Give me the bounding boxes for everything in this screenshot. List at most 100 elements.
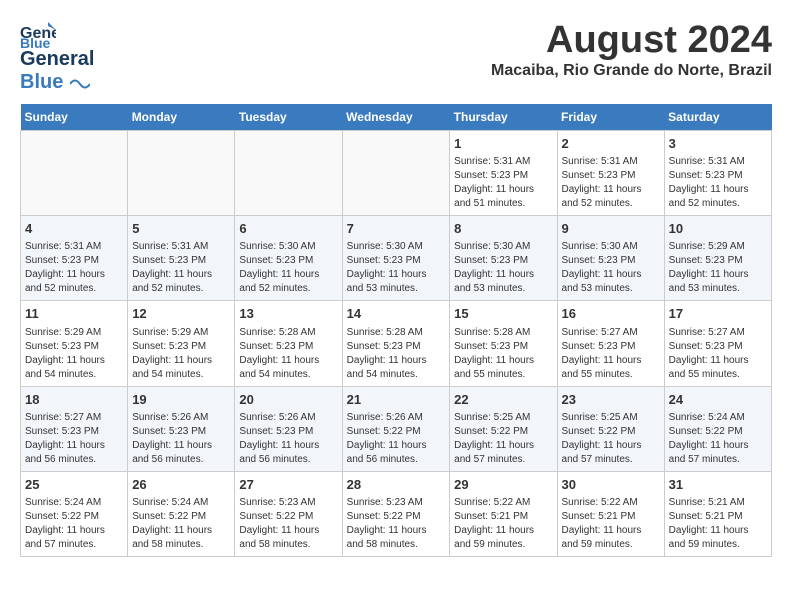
calendar-cell: 21 Sunrise: 5:26 AM Sunset: 5:22 PM Dayli… [342, 386, 450, 471]
day-number: 1 [454, 135, 552, 153]
day-info: Sunrise: 5:29 AM Sunset: 5:23 PM Dayligh… [669, 240, 767, 296]
calendar-cell: 6Sunrise: 5:30 AM Sunset: 5:23 PM Daylig… [235, 216, 342, 301]
calendar-cell: 29 Sunrise: 5:22 AM Sunset: 5:21 PM Dayli… [450, 471, 557, 556]
logo-general: General [20, 48, 94, 71]
calendar-cell: 24Sunrise: 5:24 AM Sunset: 5:22 PM Dayli… [664, 386, 771, 471]
day-info: Sunrise: 5:29 AM Sunset: 5:23 PM Dayligh… [132, 326, 230, 382]
day-info: Sunrise: 5:31 AM Sunset: 5:23 PM Dayligh… [454, 155, 552, 211]
day-info: Sunrise: 5:31 AM Sunset: 5:23 PM Dayligh… [132, 240, 230, 296]
title-section: August 2024 Macaiba, Rio Grande do Norte… [491, 20, 772, 80]
day-info: Sunrise: 5:26 AM Sunset: 5:22 PM Dayligh… [347, 411, 446, 467]
location-title: Macaiba, Rio Grande do Norte, Brazil [491, 62, 772, 80]
calendar-cell: 4Sunrise: 5:31 AM Sunset: 5:23 PM Daylig… [21, 216, 128, 301]
day-info: Sunrise: 5:30 AM Sunset: 5:23 PM Dayligh… [239, 240, 337, 296]
day-info: Sunrise: 5:30 AM Sunset: 5:23 PM Dayligh… [454, 240, 552, 296]
calendar-cell: 18Sunrise: 5:27 AM Sunset: 5:23 PM Dayli… [21, 386, 128, 471]
day-number: 16 [562, 305, 660, 323]
calendar-cell: 3Sunrise: 5:31 AM Sunset: 5:23 PM Daylig… [664, 131, 771, 216]
day-info: Sunrise: 5:26 AM Sunset: 5:23 PM Dayligh… [239, 411, 337, 467]
day-number: 19 [132, 391, 230, 409]
day-number: 25 [25, 476, 123, 494]
calendar-cell: 9 Sunrise: 5:30 AM Sunset: 5:23 PM Daylig… [557, 216, 664, 301]
day-number: 13 [239, 305, 337, 323]
day-number: 24 [669, 391, 767, 409]
calendar-cell: 22 Sunrise: 5:25 AM Sunset: 5:22 PM Dayli… [450, 386, 557, 471]
day-info: Sunrise: 5:21 AM Sunset: 5:21 PM Dayligh… [669, 496, 767, 552]
week-row-1: 1 Sunrise: 5:31 AM Sunset: 5:23 PM Daylig… [21, 131, 772, 216]
day-number: 11 [25, 305, 123, 323]
day-number: 28 [347, 476, 446, 494]
calendar-cell: 12 Sunrise: 5:29 AM Sunset: 5:23 PM Dayli… [128, 301, 235, 386]
day-info: Sunrise: 5:23 AM Sunset: 5:22 PM Dayligh… [347, 496, 446, 552]
day-number: 4 [25, 220, 123, 238]
header-cell-monday: Monday [128, 104, 235, 131]
calendar-cell: 23Sunrise: 5:25 AM Sunset: 5:22 PM Dayli… [557, 386, 664, 471]
header-cell-tuesday: Tuesday [235, 104, 342, 131]
day-number: 31 [669, 476, 767, 494]
day-number: 14 [347, 305, 446, 323]
calendar-cell [235, 131, 342, 216]
day-info: Sunrise: 5:22 AM Sunset: 5:21 PM Dayligh… [562, 496, 660, 552]
calendar-cell: 11 Sunrise: 5:29 AM Sunset: 5:23 PM Dayli… [21, 301, 128, 386]
day-info: Sunrise: 5:22 AM Sunset: 5:21 PM Dayligh… [454, 496, 552, 552]
calendar-cell [21, 131, 128, 216]
month-year-title: August 2024 [491, 20, 772, 62]
calendar-cell: 19 Sunrise: 5:26 AM Sunset: 5:23 PM Dayli… [128, 386, 235, 471]
day-number: 21 [347, 391, 446, 409]
day-number: 12 [132, 305, 230, 323]
header-cell-saturday: Saturday [664, 104, 771, 131]
day-info: Sunrise: 5:27 AM Sunset: 5:23 PM Dayligh… [669, 326, 767, 382]
day-number: 22 [454, 391, 552, 409]
day-info: Sunrise: 5:31 AM Sunset: 5:23 PM Dayligh… [562, 155, 660, 211]
day-number: 10 [669, 220, 767, 238]
calendar-cell: 10 Sunrise: 5:29 AM Sunset: 5:23 PM Dayli… [664, 216, 771, 301]
header-cell-thursday: Thursday [450, 104, 557, 131]
calendar-cell: 25 Sunrise: 5:24 AM Sunset: 5:22 PM Dayli… [21, 471, 128, 556]
calendar-cell [342, 131, 450, 216]
header-cell-friday: Friday [557, 104, 664, 131]
logo: General Blue General Blue [20, 20, 94, 94]
calendar-cell: 5 Sunrise: 5:31 AM Sunset: 5:23 PM Daylig… [128, 216, 235, 301]
calendar-table: SundayMondayTuesdayWednesdayThursdayFrid… [20, 104, 772, 557]
calendar-cell: 20Sunrise: 5:26 AM Sunset: 5:23 PM Dayli… [235, 386, 342, 471]
calendar-cell: 16 Sunrise: 5:27 AM Sunset: 5:23 PM Dayli… [557, 301, 664, 386]
day-info: Sunrise: 5:26 AM Sunset: 5:23 PM Dayligh… [132, 411, 230, 467]
day-info: Sunrise: 5:25 AM Sunset: 5:22 PM Dayligh… [454, 411, 552, 467]
header: General Blue General Blue August 2024 Ma… [20, 20, 772, 94]
day-number: 8 [454, 220, 552, 238]
calendar-cell: 8 Sunrise: 5:30 AM Sunset: 5:23 PM Daylig… [450, 216, 557, 301]
calendar-cell: 28 Sunrise: 5:23 AM Sunset: 5:22 PM Dayli… [342, 471, 450, 556]
day-info: Sunrise: 5:30 AM Sunset: 5:23 PM Dayligh… [562, 240, 660, 296]
day-info: Sunrise: 5:28 AM Sunset: 5:23 PM Dayligh… [347, 326, 446, 382]
day-number: 30 [562, 476, 660, 494]
day-info: Sunrise: 5:30 AM Sunset: 5:23 PM Dayligh… [347, 240, 446, 296]
week-row-2: 4 Sunrise: 5:31 AM Sunset: 5:23 PM Daylig… [21, 216, 772, 301]
calendar-cell: 26Sunrise: 5:24 AM Sunset: 5:22 PM Dayli… [128, 471, 235, 556]
day-info: Sunrise: 5:29 AM Sunset: 5:23 PM Dayligh… [25, 326, 123, 382]
day-number: 5 [132, 220, 230, 238]
day-number: 7 [347, 220, 446, 238]
week-row-5: 25 Sunrise: 5:24 AM Sunset: 5:22 PM Dayli… [21, 471, 772, 556]
calendar-cell: 2 Sunrise: 5:31 AM Sunset: 5:23 PM Daylig… [557, 131, 664, 216]
calendar-cell: 27Sunrise: 5:23 AM Sunset: 5:22 PM Dayli… [235, 471, 342, 556]
calendar-cell: 31 Sunrise: 5:21 AM Sunset: 5:21 PM Dayli… [664, 471, 771, 556]
calendar-cell: 14 Sunrise: 5:28 AM Sunset: 5:23 PM Dayli… [342, 301, 450, 386]
day-info: Sunrise: 5:27 AM Sunset: 5:23 PM Dayligh… [562, 326, 660, 382]
day-number: 17 [669, 305, 767, 323]
svg-text:Blue: Blue [20, 35, 51, 48]
day-number: 2 [562, 135, 660, 153]
day-number: 18 [25, 391, 123, 409]
day-number: 3 [669, 135, 767, 153]
day-number: 27 [239, 476, 337, 494]
header-cell-wednesday: Wednesday [342, 104, 450, 131]
day-number: 26 [132, 476, 230, 494]
day-number: 9 [562, 220, 660, 238]
day-info: Sunrise: 5:24 AM Sunset: 5:22 PM Dayligh… [25, 496, 123, 552]
logo-blue: Blue [20, 71, 63, 93]
day-number: 29 [454, 476, 552, 494]
logo-wave-icon [70, 77, 90, 91]
logo-icon: General Blue [20, 20, 56, 48]
day-info: Sunrise: 5:25 AM Sunset: 5:22 PM Dayligh… [562, 411, 660, 467]
calendar-cell: 17 Sunrise: 5:27 AM Sunset: 5:23 PM Dayli… [664, 301, 771, 386]
calendar-cell: 13Sunrise: 5:28 AM Sunset: 5:23 PM Dayli… [235, 301, 342, 386]
